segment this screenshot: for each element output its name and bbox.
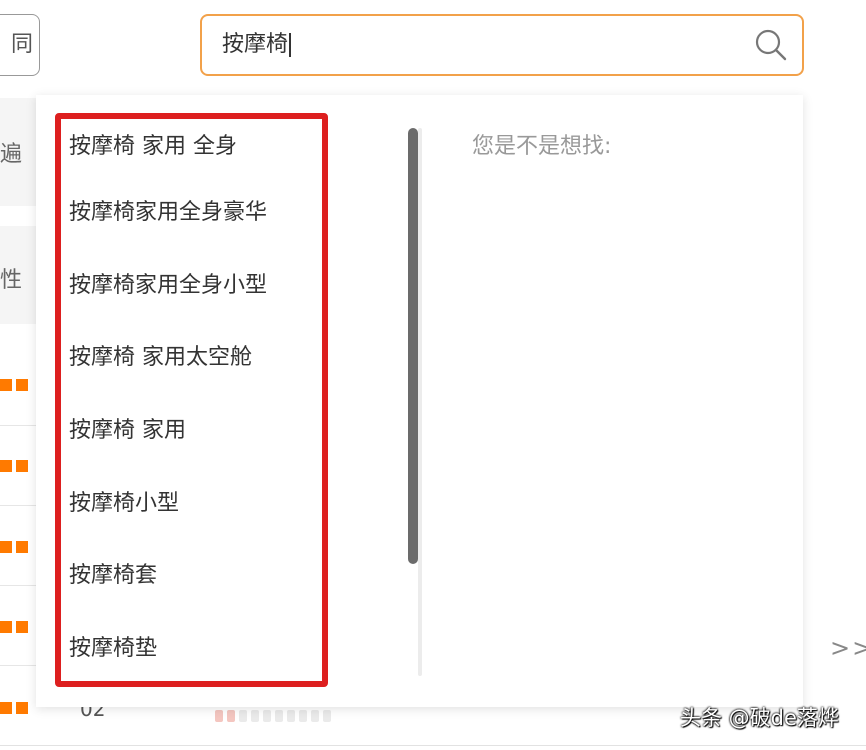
text-caret <box>289 33 292 57</box>
suggestion-item[interactable]: 按摩椅家用全身小型 <box>69 266 267 306</box>
watermark: 头条 @破de落烨 <box>680 706 839 730</box>
orange-marker <box>0 541 12 553</box>
search-input[interactable]: 按摩椅 <box>200 14 804 76</box>
orange-marker <box>16 702 28 714</box>
suggestion-list: 按摩椅 家用 全身 按摩椅家用全身豪华 按摩椅家用全身小型 按摩椅 家用太空舱 … <box>36 95 416 707</box>
background-row-divider <box>0 585 40 586</box>
orange-marker <box>0 621 12 633</box>
background-row-divider <box>0 425 40 426</box>
background-button[interactable]: 同 <box>0 14 40 76</box>
background-row-divider <box>0 665 40 666</box>
suggestion-item[interactable]: 按摩椅 家用太空舱 <box>69 338 252 378</box>
suggestion-item[interactable]: 按摩椅垫 <box>69 629 157 669</box>
orange-marker <box>0 702 12 714</box>
search-input-value: 按摩椅 <box>222 16 292 74</box>
background-label: 性 <box>0 268 23 293</box>
suggestion-item[interactable]: 按摩椅 家用 全身 <box>69 127 237 167</box>
scrollbar-thumb[interactable] <box>408 128 418 564</box>
scrollbar-track[interactable] <box>418 128 422 676</box>
background-label: 遍 <box>0 142 23 167</box>
orange-marker <box>0 460 12 472</box>
search-suggestions-dropdown: 按摩椅 家用 全身 按摩椅家用全身豪华 按摩椅家用全身小型 按摩椅 家用太空舱 … <box>36 95 803 707</box>
suggestion-item[interactable]: 按摩椅小型 <box>69 484 179 524</box>
suggestion-item[interactable]: 按摩椅套 <box>69 556 157 596</box>
orange-marker <box>16 460 28 472</box>
orange-marker <box>0 379 12 391</box>
did-you-mean-label: 您是不是想找: <box>472 134 612 159</box>
background-row-divider <box>0 505 40 506</box>
suggestion-item[interactable]: 按摩椅 家用 <box>69 411 186 451</box>
search-icon[interactable] <box>754 28 788 62</box>
bottom-divider <box>0 745 866 746</box>
suggestion-item[interactable]: 按摩椅家用全身豪华 <box>69 193 267 233</box>
orange-marker <box>16 541 28 553</box>
background-trend-bars <box>215 710 331 722</box>
orange-marker <box>16 621 28 633</box>
orange-marker <box>16 379 28 391</box>
next-page-arrows[interactable]: >> <box>830 634 866 662</box>
